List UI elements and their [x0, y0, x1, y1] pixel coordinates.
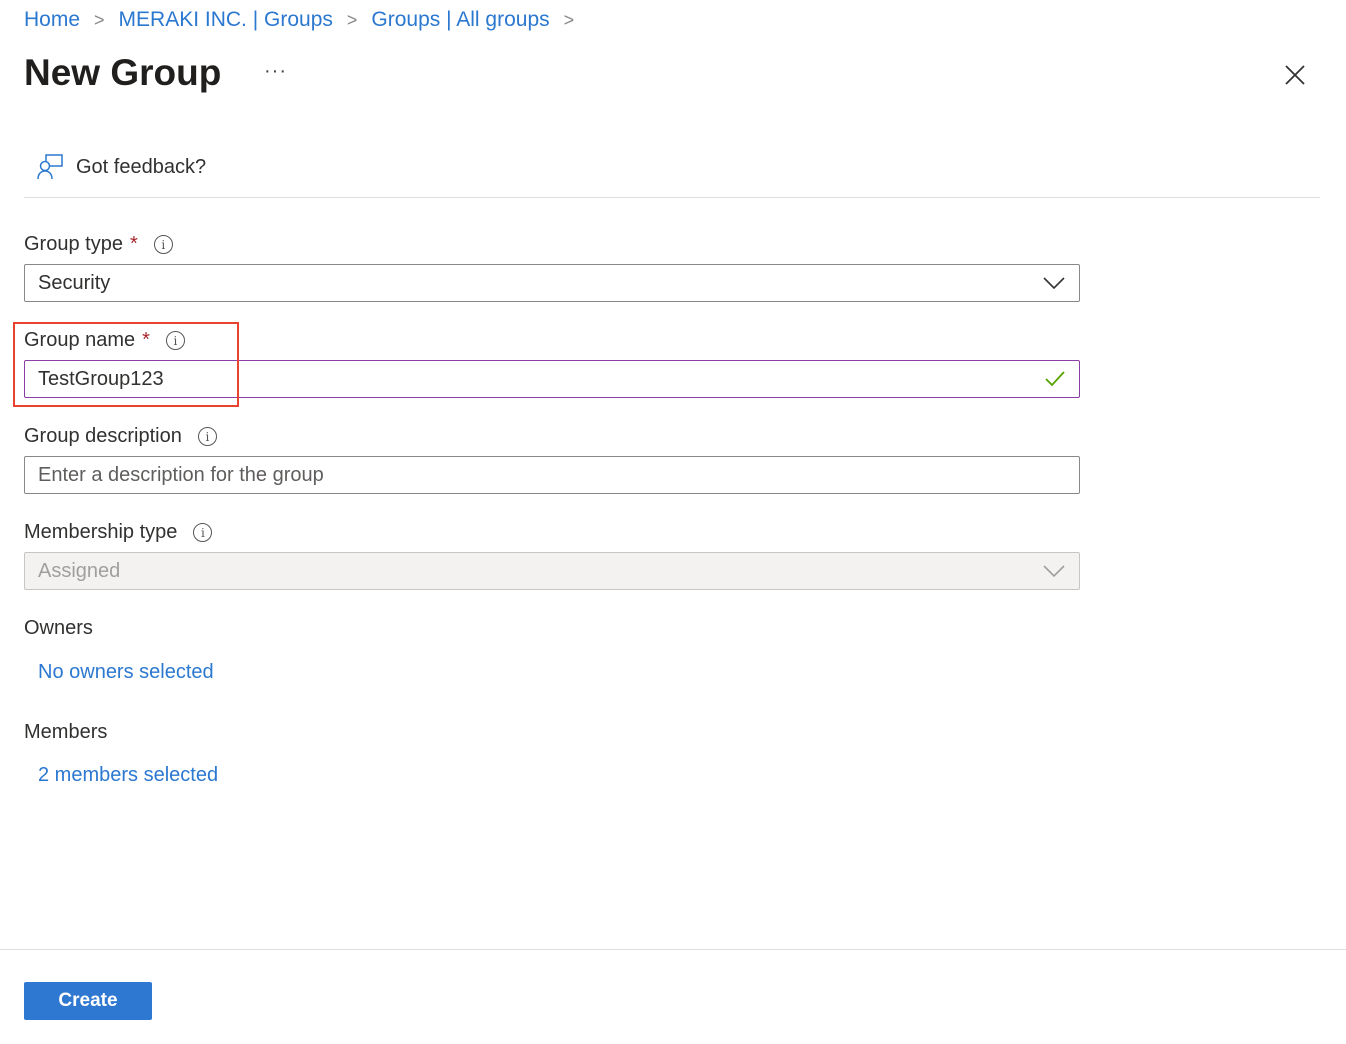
label-text: Membership type: [24, 521, 178, 543]
required-marker: *: [129, 233, 138, 255]
feedback-label: Got feedback?: [76, 155, 207, 178]
label-text: Group type: [24, 233, 123, 255]
owners-label: Owners: [24, 617, 93, 639]
breadcrumb-meraki-groups[interactable]: MERAKI INC. | Groups: [119, 8, 333, 32]
membership-type-dropdown: Assigned: [24, 552, 1080, 590]
feedback-icon: [37, 154, 63, 180]
info-icon[interactable]: i: [153, 235, 173, 254]
info-icon[interactable]: i: [197, 427, 217, 446]
selected-value: Assigned: [38, 559, 121, 582]
members-label: Members: [24, 721, 108, 743]
create-button[interactable]: Create: [24, 982, 152, 1020]
chevron-right-icon: >: [563, 9, 575, 30]
chevron-right-icon: >: [94, 9, 105, 30]
page-title: New Group: [24, 52, 222, 93]
divider: [24, 197, 1320, 198]
placeholder: Enter a description for the group: [38, 463, 324, 486]
close-icon[interactable]: [1282, 62, 1308, 88]
checkmark-icon: [1045, 371, 1065, 387]
group-description-label: Group description i: [24, 425, 217, 448]
chevron-right-icon: >: [346, 9, 358, 30]
chevron-down-icon: [1043, 565, 1065, 577]
divider: [0, 949, 1346, 950]
breadcrumb: Home > MERAKI INC. | Groups > Groups | All…: [24, 8, 588, 32]
breadcrumb-all-groups[interactable]: Groups | All groups: [371, 8, 549, 32]
group-description-input[interactable]: Enter a description for the group: [24, 456, 1080, 494]
highlight-box: [13, 322, 239, 407]
members-link[interactable]: 2 members selected: [38, 764, 218, 787]
chevron-down-icon: [1043, 277, 1065, 289]
group-type-label: Group type * i: [24, 233, 173, 256]
more-options-button[interactable]: ···: [264, 60, 287, 83]
info-icon[interactable]: i: [193, 523, 213, 542]
feedback-link[interactable]: Got feedback?: [36, 154, 206, 180]
selected-value: Security: [38, 271, 111, 294]
owners-link[interactable]: No owners selected: [38, 661, 214, 684]
group-type-dropdown[interactable]: Security: [24, 264, 1080, 302]
label-text: Group description: [24, 425, 182, 447]
breadcrumb-home[interactable]: Home: [24, 8, 80, 32]
membership-type-label: Membership type i: [24, 521, 213, 544]
